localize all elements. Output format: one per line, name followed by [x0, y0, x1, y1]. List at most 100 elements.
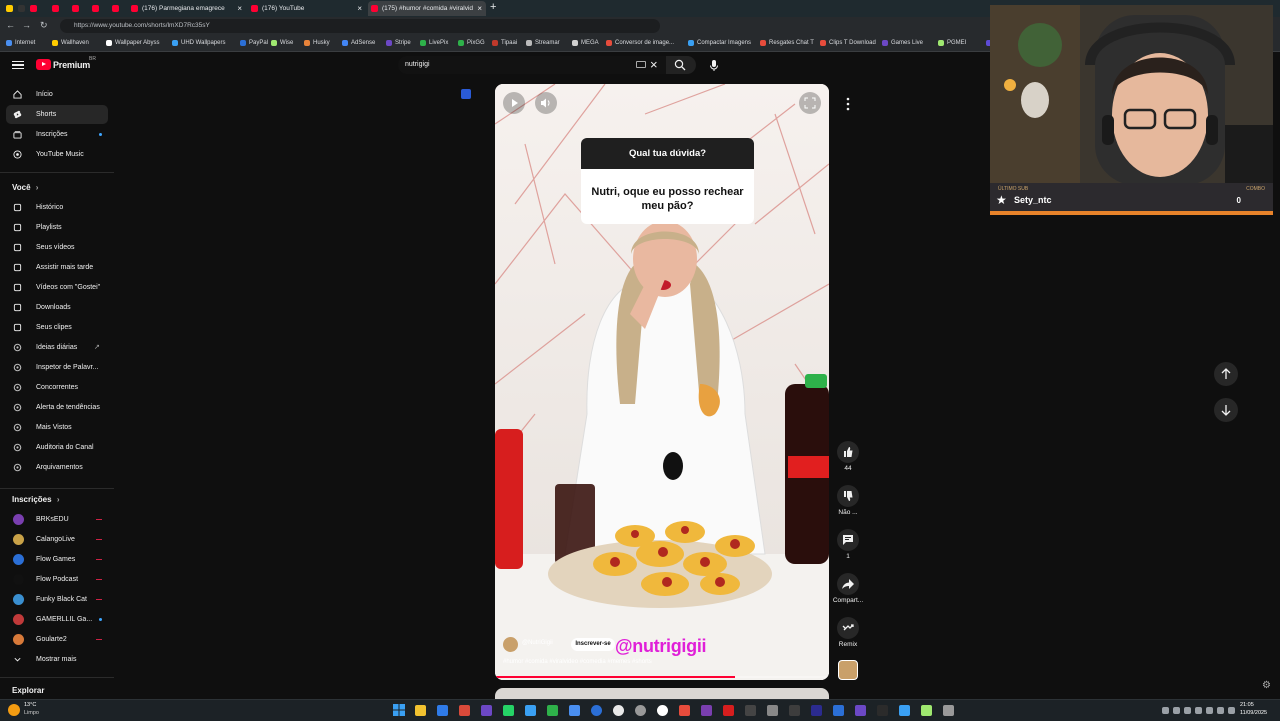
comments-action[interactable]: 1 [832, 529, 864, 560]
app-icon[interactable] [591, 705, 602, 716]
settings-gear-icon[interactable]: ⚙ [1262, 680, 1271, 691]
pinned-tab-icon[interactable] [72, 5, 79, 12]
pinned-tab-icon[interactable] [52, 5, 59, 12]
bookmark-item[interactable]: Games Live [882, 37, 941, 49]
battery-icon[interactable] [1195, 707, 1202, 714]
sidebar-item-you[interactable]: Histórico [6, 198, 108, 217]
more-options-icon[interactable] [842, 95, 854, 113]
show-more-button[interactable]: Mostrar mais [6, 650, 108, 669]
sidebar-item-home[interactable]: Início [6, 85, 108, 104]
dislike-action[interactable]: Não ... [832, 485, 864, 516]
forward-icon[interactable]: → [22, 20, 31, 30]
calculator-icon[interactable] [569, 705, 580, 716]
chevron-up-icon[interactable] [1162, 707, 1169, 714]
after-effects-icon[interactable] [855, 705, 866, 716]
bookmark-item[interactable]: PGMEI [938, 37, 989, 49]
clear-search-icon[interactable]: × [650, 58, 658, 72]
channel-avatar[interactable] [503, 637, 518, 652]
file-explorer-icon[interactable] [415, 705, 426, 716]
sidebar-item-you[interactable]: Inspetor de Palavr... [6, 358, 108, 377]
browser-tab-active[interactable]: (175) #humor #comida #viralvid × [368, 1, 486, 16]
bookmark-item[interactable]: Clips T Download [820, 37, 885, 49]
search-input[interactable]: nutrigigi [398, 56, 666, 74]
sidebar-item-youtube-music[interactable]: YouTube Music [6, 145, 108, 164]
play-button[interactable] [503, 92, 525, 114]
video-progress-bar[interactable] [495, 676, 829, 678]
bookmark-item[interactable]: PayPal [240, 37, 274, 49]
sidebar-item-shorts[interactable]: Shorts [6, 105, 108, 124]
bookmark-item[interactable]: Conversor de image... [606, 37, 691, 49]
extension-icon[interactable] [461, 89, 471, 99]
new-tab-icon[interactable]: + [490, 0, 496, 15]
app-icon[interactable] [1206, 707, 1213, 714]
bookmark-item[interactable]: AdSense [342, 37, 389, 49]
bookmark-item[interactable]: Streamar [526, 37, 575, 49]
channel-name[interactable]: @NutriGigii [522, 640, 553, 646]
app-icon[interactable] [877, 705, 888, 716]
share-action[interactable]: Compart... [832, 573, 864, 604]
weather-icon[interactable] [8, 704, 20, 716]
sidebar-item-you[interactable]: Seus vídeos [6, 238, 108, 257]
app-icon[interactable] [767, 705, 778, 716]
bookmark-item[interactable]: Wallhaven [52, 37, 109, 49]
bookmark-item[interactable]: PixGG [458, 37, 495, 49]
search-icon[interactable] [674, 59, 686, 71]
sidebar-subscription-item[interactable]: Flow Games [6, 550, 108, 569]
mute-button[interactable] [535, 92, 557, 114]
audio-thumbnail[interactable] [838, 660, 858, 680]
pinned-tab-icon[interactable] [112, 5, 119, 12]
pinned-tab-icon[interactable] [30, 5, 37, 12]
sidebar-item-you[interactable]: Arquivamentos [6, 458, 108, 477]
sidebar-item-you[interactable]: Downloads [6, 298, 108, 317]
app-icon[interactable] [613, 705, 624, 716]
previous-short-button[interactable] [1214, 362, 1238, 386]
photoshop-icon[interactable] [833, 705, 844, 716]
bookmark-item[interactable]: MEGA [572, 37, 609, 49]
sidebar-item-you[interactable]: Concorrentes [6, 378, 108, 397]
edge-browser-icon[interactable] [437, 705, 448, 716]
volume-icon[interactable] [1184, 707, 1191, 714]
sidebar-item-you[interactable]: Alerta de tendências [6, 398, 108, 417]
app-icon[interactable] [789, 705, 800, 716]
sidebar-subscription-item[interactable]: GAMERLLIL Ga... [6, 610, 108, 629]
bookmark-item[interactable]: Wallpaper Abyss [106, 37, 175, 49]
sidebar-item-you[interactable]: Assistir mais tarde [6, 258, 108, 277]
bookmark-item[interactable]: Internet [6, 37, 55, 49]
app-icon[interactable] [1228, 707, 1235, 714]
url-field[interactable]: https://www.youtube.com/shorts/lmXD7Rc35… [60, 19, 660, 33]
dislike-button[interactable] [837, 485, 859, 507]
app-icon[interactable] [745, 705, 756, 716]
back-icon[interactable]: ← [6, 20, 15, 30]
close-tab-icon[interactable]: × [237, 1, 242, 16]
bookmark-item[interactable]: Compactar Imagens [688, 37, 763, 49]
sidebar-item-you[interactable]: Seus clipes [6, 318, 108, 337]
discord-icon[interactable] [481, 705, 492, 716]
bookmark-item[interactable]: Wise [271, 37, 307, 49]
sidebar-item-subscriptions[interactable]: Inscrições [6, 125, 108, 144]
bookmark-item[interactable]: Resgates Chat T [760, 37, 823, 49]
pinned-tab-icon[interactable] [18, 5, 25, 12]
app-icon[interactable] [679, 705, 690, 716]
like-button[interactable] [837, 441, 859, 463]
like-action[interactable]: 44 [832, 441, 864, 472]
next-short-button[interactable] [1214, 398, 1238, 422]
settings-icon[interactable] [943, 705, 954, 716]
sidebar-item-you[interactable]: Playlists [6, 218, 108, 237]
remix-action[interactable]: Remix [832, 617, 864, 648]
whatsapp-icon[interactable] [503, 705, 514, 716]
short-video-player[interactable]: Qual tua dúvida? Nutri, oque eu posso re… [495, 84, 829, 680]
subscribe-button[interactable]: Inscrever-se [571, 638, 615, 651]
acrobat-icon[interactable] [723, 705, 734, 716]
browser-tab[interactable]: (176) Parmegiana emagrece × [128, 1, 246, 16]
sidebar-section-subscriptions[interactable]: Inscrições › [12, 495, 59, 504]
app-icon[interactable] [635, 705, 646, 716]
remix-button[interactable] [837, 617, 859, 639]
microphone-icon[interactable] [706, 57, 722, 73]
video-hashtags[interactable]: #humor #comida #viralvideo #comedia #mem… [503, 659, 652, 665]
excel-icon[interactable] [547, 705, 558, 716]
pinned-tab-icon[interactable] [6, 5, 13, 12]
bookmark-item[interactable]: Stripe [386, 37, 423, 49]
sidebar-subscription-item[interactable]: Goularte2 [6, 630, 108, 649]
comments-button[interactable] [837, 529, 859, 551]
bookmark-item[interactable]: LivePix [420, 37, 461, 49]
